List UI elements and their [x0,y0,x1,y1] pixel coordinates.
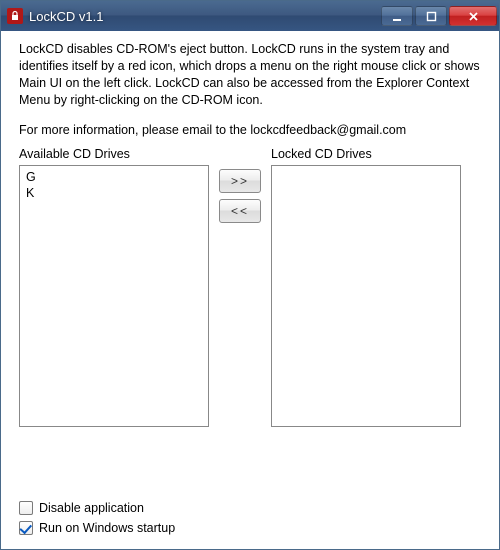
list-item[interactable]: K [26,185,202,202]
locked-column: Locked CD Drives [271,147,461,427]
disable-application-option[interactable]: Disable application [19,501,481,515]
titlebar[interactable]: LockCD v1.1 [1,1,499,31]
window-title: LockCD v1.1 [29,9,379,24]
maximize-button[interactable] [415,6,447,26]
main-window: LockCD v1.1 LockCD disables CD-ROM's eje… [0,0,500,550]
locked-listbox[interactable] [271,165,461,427]
window-buttons [379,6,497,26]
startup-label: Run on Windows startup [39,521,175,535]
available-listbox[interactable]: GK [19,165,209,427]
content-area: LockCD disables CD-ROM's eject button. L… [1,31,499,549]
options: Disable application Run on Windows start… [19,501,481,535]
move-right-button[interactable]: >> [219,169,261,193]
app-icon [7,8,23,24]
description-text: LockCD disables CD-ROM's eject button. L… [19,41,481,109]
available-label: Available CD Drives [19,147,209,161]
list-item[interactable]: G [26,169,202,186]
run-on-startup-option[interactable]: Run on Windows startup [19,521,481,535]
disable-checkbox[interactable] [19,501,33,515]
info-text: For more information, please email to th… [19,123,481,137]
minimize-button[interactable] [381,6,413,26]
locked-label: Locked CD Drives [271,147,461,161]
available-column: Available CD Drives GK [19,147,209,427]
disable-label: Disable application [39,501,144,515]
close-button[interactable] [449,6,497,26]
drive-lists: Available CD Drives GK >> << Locked CD D… [19,147,481,427]
move-left-button[interactable]: << [219,199,261,223]
startup-checkbox[interactable] [19,521,33,535]
move-buttons: >> << [209,147,271,223]
